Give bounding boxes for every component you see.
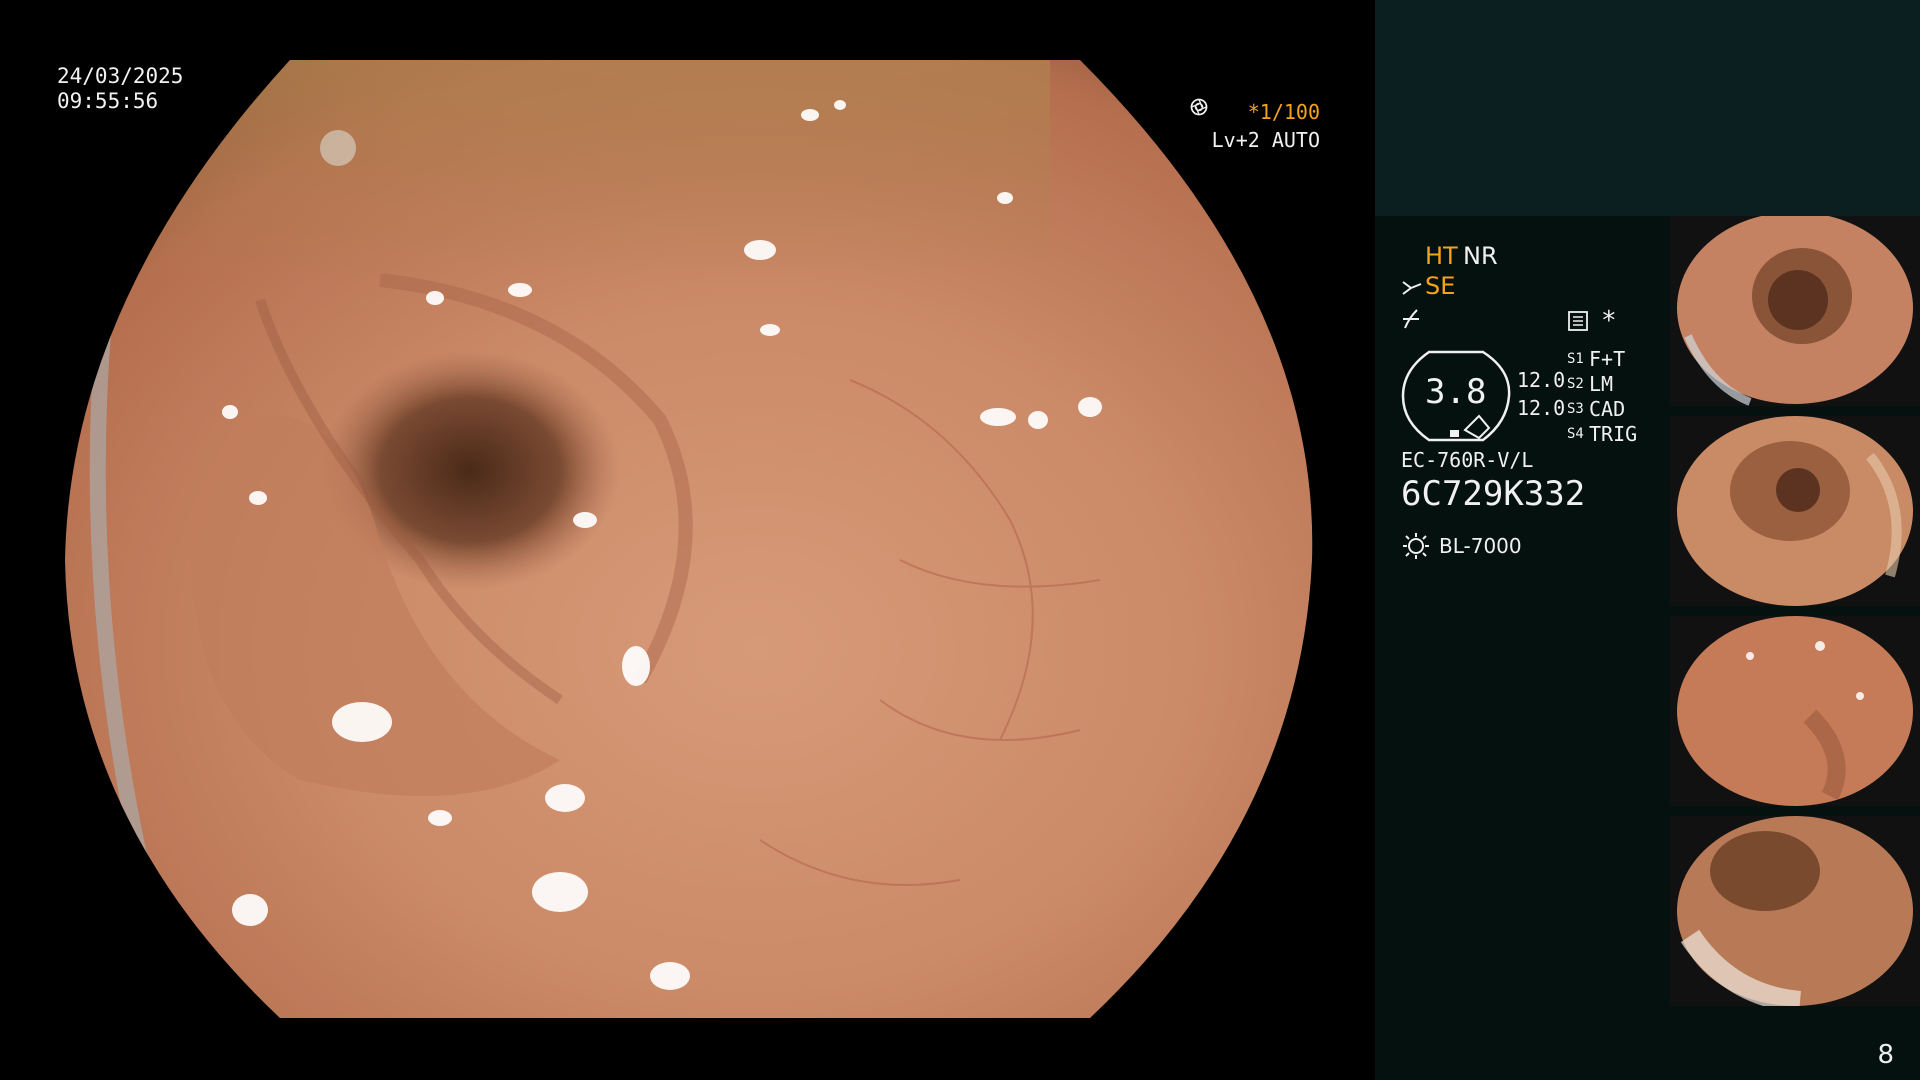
exposure-overlay: *1/100 Lv+2 AUTO xyxy=(1190,98,1320,154)
contrast-icon xyxy=(1403,309,1419,329)
info-panel: HT NR SE * 3.8 12.0 12.0 S1 F+T S2 LM S3… xyxy=(1375,0,1920,1080)
s4-value: TRIG xyxy=(1589,422,1638,446)
thumbnail-1[interactable] xyxy=(1670,216,1920,406)
s1-label: S1 xyxy=(1567,351,1584,367)
value-1: 12.0 xyxy=(1517,368,1566,392)
ht-label: HT xyxy=(1425,242,1458,270)
scissor-icon xyxy=(1402,281,1422,295)
value-2: 12.0 xyxy=(1517,396,1566,420)
time-text: 09:55:56 xyxy=(57,89,159,113)
scope-model: EC-760R-V/L xyxy=(1401,448,1534,472)
se-label: SE xyxy=(1425,272,1456,300)
iris-text: Lv+2 AUTO xyxy=(1211,128,1320,152)
serial-number: 6C729K332 xyxy=(1401,474,1586,514)
light-source-icon xyxy=(1403,533,1429,559)
s4-label: S4 xyxy=(1567,426,1584,442)
settings-area: HT NR SE * 3.8 12.0 12.0 S1 F+T S2 LM S3… xyxy=(1375,216,1670,1080)
light-source: BL-7000 xyxy=(1439,534,1522,558)
thumbnail-4[interactable] xyxy=(1670,816,1920,1006)
s1-value: F+T xyxy=(1589,347,1626,371)
shutter-row: *1/100 xyxy=(1190,98,1320,126)
endoscope-view: 24/03/2025 09:55:56 *1/100 Lv+2 AUTO xyxy=(0,0,1375,1080)
s2-value: LM xyxy=(1589,372,1614,396)
iris-row: Lv+2 AUTO xyxy=(1190,98,1320,154)
memo-icon xyxy=(1568,311,1588,331)
shutter-text: *1/100 xyxy=(1247,100,1320,124)
iris-icon xyxy=(1190,98,1208,116)
date-text: 24/03/2025 xyxy=(57,64,184,88)
panel-header-area xyxy=(1375,0,1920,216)
nr-label: NR xyxy=(1463,242,1498,270)
datetime: 24/03/2025 09:55:56 xyxy=(57,64,183,114)
zoom-value: 3.8 xyxy=(1425,372,1487,412)
thumbnail-2[interactable] xyxy=(1670,416,1920,606)
thumbnail-3[interactable] xyxy=(1670,616,1920,806)
star-mark: * xyxy=(1601,306,1617,336)
s3-value: CAD xyxy=(1589,397,1626,421)
page-number: 8 xyxy=(1877,1040,1894,1070)
s2-label: S2 xyxy=(1567,376,1584,392)
s3-label: S3 xyxy=(1567,401,1584,417)
endoscopic-image xyxy=(65,60,1313,1018)
